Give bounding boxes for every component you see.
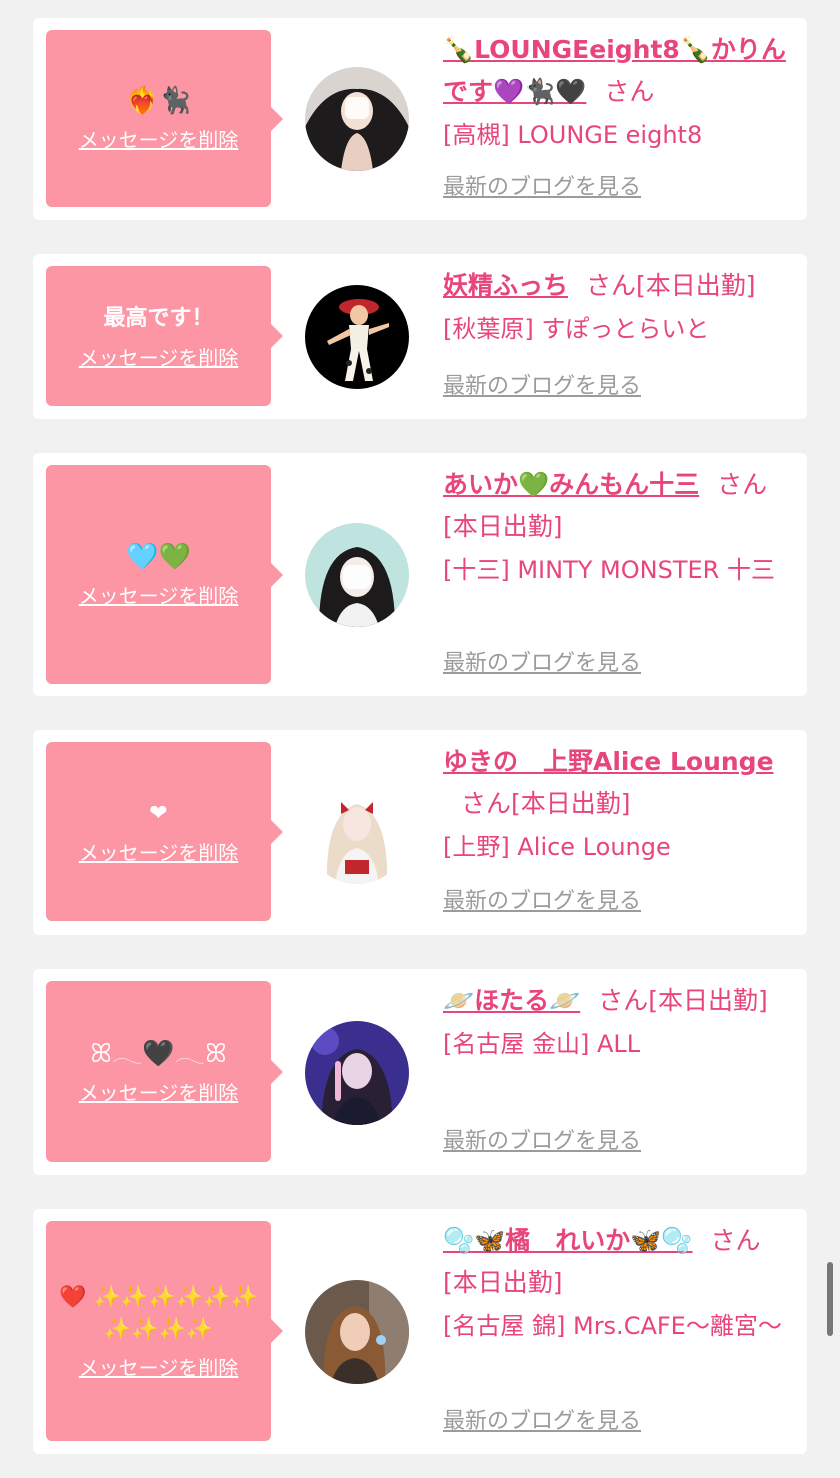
shop-name: [秋葉原] すぽっとらいと [443, 315, 710, 343]
work-status: [本日出勤] [443, 1268, 563, 1297]
latest-blog-link[interactable]: 最新のブログを見る [443, 372, 641, 402]
cast-name-line: 🫧🦋橘 れいか🦋🫧 さん [本日出勤] [443, 1220, 795, 1304]
delete-message-link[interactable]: メッセージを削除 [79, 1077, 239, 1106]
latest-blog-link[interactable]: 最新のブログを見る [443, 649, 641, 679]
message-card: 🩵💚 メッセージを削除 あいか💚みんもん十三 さん [本日出勤] [十三] MINT… [33, 453, 807, 696]
name-suffix: さん [461, 789, 512, 818]
cast-info: あいか💚みんもん十三 さん [本日出勤] [十三] MINTY MONSTER 十三 [443, 464, 795, 590]
name-suffix: さん [604, 77, 655, 106]
message-text: ꕤ𓂃🖤𓂃ꕤ [90, 1039, 227, 1069]
delete-message-link[interactable]: メッセージを削除 [79, 342, 239, 371]
work-status: [本日出勤] [648, 986, 768, 1015]
message-card: ❤ メッセージを削除 ゆきの 上野Alice Lounge さん[本日出勤] [上… [33, 730, 807, 935]
message-bubble: ꕤ𓂃🖤𓂃ꕤ メッセージを削除 [46, 981, 283, 1162]
delete-message-link[interactable]: メッセージを削除 [79, 1352, 239, 1381]
cast-name-link[interactable]: 妖精ふっち [443, 271, 568, 300]
cast-info: 🪐ほたる🪐 さん[本日出勤] [名古屋 金山] ALL [443, 980, 795, 1064]
avatar[interactable] [305, 780, 409, 884]
message-bubble: ❤ メッセージを削除 [46, 742, 283, 921]
cast-name-link[interactable]: ゆきの 上野Alice Lounge [443, 747, 774, 776]
message-bubble: 最高です！ メッセージを削除 [46, 266, 283, 406]
cast-info: 🫧🦋橘 れいか🦋🫧 さん [本日出勤] [名古屋 錦] Mrs.CAFE〜離宮〜 [443, 1220, 795, 1346]
work-status: [本日出勤] [443, 512, 563, 541]
message-text: ❤ [149, 801, 168, 826]
cast-name-link[interactable]: 🪐ほたる🪐 [443, 986, 580, 1015]
avatar[interactable] [305, 1280, 409, 1384]
message-text: ❤️‍🔥🐈‍⬛ [126, 86, 191, 116]
work-status: [本日出勤] [511, 789, 631, 818]
name-suffix: さん [586, 271, 637, 300]
cast-name-line: あいか💚みんもん十三 さん [本日出勤] [443, 464, 795, 548]
cast-info: ゆきの 上野Alice Lounge さん[本日出勤] [上野] Alice Lo… [443, 741, 795, 867]
cast-name-line: 妖精ふっち さん[本日出勤] [443, 265, 795, 307]
delete-message-link[interactable]: メッセージを削除 [79, 124, 239, 153]
name-suffix: さん [717, 470, 768, 499]
avatar[interactable] [305, 523, 409, 627]
name-suffix: さん [598, 986, 649, 1015]
avatar[interactable] [305, 1021, 409, 1125]
latest-blog-link[interactable]: 最新のブログを見る [443, 1127, 641, 1157]
cast-info: 妖精ふっち さん[本日出勤] [秋葉原] すぽっとらいと [443, 265, 795, 349]
cast-name-line: ゆきの 上野Alice Lounge さん[本日出勤] [443, 741, 795, 825]
name-suffix: さん [710, 1226, 761, 1255]
cast-name-line: 🪐ほたる🪐 さん[本日出勤] [443, 980, 795, 1022]
delete-message-link[interactable]: メッセージを削除 [79, 837, 239, 866]
shop-name: [名古屋 錦] Mrs.CAFE〜離宮〜 [443, 1312, 782, 1340]
latest-blog-link[interactable]: 最新のブログを見る [443, 887, 641, 917]
cast-name-line: 🍾LOUNGEeight8🍾かりんです💜🐈‍⬛🖤 さん [443, 29, 795, 113]
message-bubble: ❤️ ✨✨✨✨✨✨✨✨✨✨ メッセージを削除 [46, 1221, 283, 1441]
shop-name: [高槻] LOUNGE eight8 [443, 121, 703, 149]
cast-name-link[interactable]: あいか💚みんもん十三 [443, 470, 699, 499]
message-text: 🩵💚 [126, 542, 191, 572]
message-text: 最高です！ [103, 305, 214, 331]
scrollbar-thumb[interactable] [827, 1262, 833, 1336]
message-card: ❤️‍🔥🐈‍⬛ メッセージを削除 🍾LOUNGEeight8🍾かりんです💜🐈‍⬛… [33, 18, 807, 220]
latest-blog-link[interactable]: 最新のブログを見る [443, 173, 641, 203]
cast-name-link[interactable]: 🫧🦋橘 れいか🦋🫧 [443, 1226, 693, 1255]
shop-name: [名古屋 金山] ALL [443, 1030, 641, 1058]
work-status: [本日出勤] [636, 271, 756, 300]
shop-name: [上野] Alice Lounge [443, 833, 671, 861]
message-text: ❤️ ✨✨✨✨✨✨✨✨✨✨ [59, 1284, 258, 1342]
cast-info: 🍾LOUNGEeight8🍾かりんです💜🐈‍⬛🖤 さん [高槻] LOUNGE e… [443, 29, 795, 155]
message-card: 最高です！ メッセージを削除 妖精ふっち さん[本日出勤] [秋葉原] すぽっとら… [33, 254, 807, 419]
message-card: ꕤ𓂃🖤𓂃ꕤ メッセージを削除 🪐ほたる🪐 さん[本日出勤] [名古屋 金山] AL… [33, 969, 807, 1175]
avatar[interactable] [305, 285, 409, 389]
message-card: ❤️ ✨✨✨✨✨✨✨✨✨✨ メッセージを削除 🫧🦋橘 れいか🦋🫧 さん [本日出勤]… [33, 1209, 807, 1454]
shop-name: [十三] MINTY MONSTER 十三 [443, 556, 775, 584]
message-bubble: ❤️‍🔥🐈‍⬛ メッセージを削除 [46, 30, 283, 207]
delete-message-link[interactable]: メッセージを削除 [79, 580, 239, 609]
message-bubble: 🩵💚 メッセージを削除 [46, 465, 283, 684]
latest-blog-link[interactable]: 最新のブログを見る [443, 1407, 641, 1437]
avatar[interactable] [305, 67, 409, 171]
